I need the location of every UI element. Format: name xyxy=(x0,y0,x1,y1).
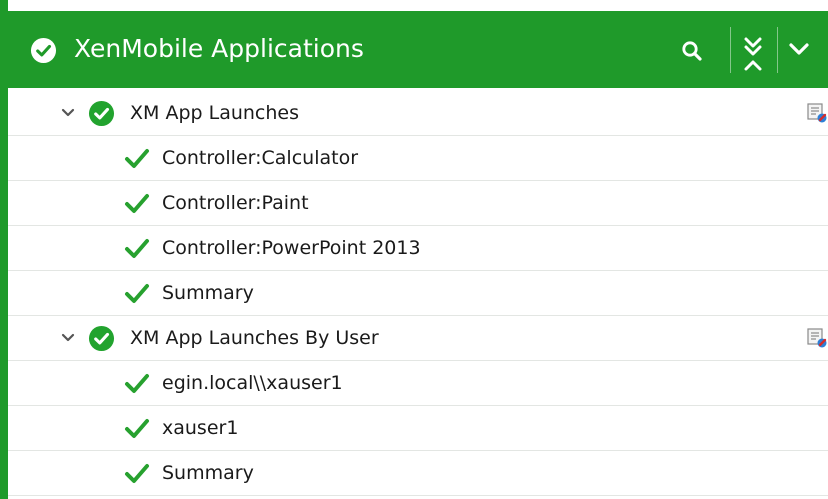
tree-item-label: Controller:Calculator xyxy=(162,147,359,169)
tree-item-label: egin.local\\xauser1 xyxy=(162,372,343,394)
check-circle-icon xyxy=(88,325,115,352)
collapse-all-icon[interactable] xyxy=(739,25,767,75)
tree-item-row[interactable]: Summary xyxy=(8,451,828,496)
check-icon xyxy=(125,194,149,213)
panel-header: XenMobile Applications xyxy=(8,11,828,88)
check-icon xyxy=(125,419,149,438)
tree-item-label: Controller:PowerPoint 2013 xyxy=(162,237,421,259)
tree-item-row[interactable]: egin.local\\xauser1 xyxy=(8,361,828,406)
tree-item-row[interactable]: Controller:Calculator xyxy=(8,136,828,181)
tree-item-row[interactable]: xauser1 xyxy=(8,406,828,451)
check-icon xyxy=(125,149,149,168)
check-icon xyxy=(125,464,149,483)
tree-group-row[interactable]: XM App Launches xyxy=(8,91,828,136)
applications-panel: XenMobile Applications XM App Launches C… xyxy=(0,0,828,499)
report-icon[interactable] xyxy=(806,102,828,124)
tree-item-label: Summary xyxy=(162,462,254,484)
tree-item-label: xauser1 xyxy=(162,417,239,439)
check-icon xyxy=(125,239,149,258)
application-tree: XM App Launches Controller:Calculator Co… xyxy=(8,91,828,496)
tree-item-label: Summary xyxy=(162,282,254,304)
search-icon[interactable] xyxy=(680,39,704,63)
check-circle-icon xyxy=(30,37,57,64)
tree-group-label: XM App Launches xyxy=(130,102,299,124)
tree-group-label: XM App Launches By User xyxy=(130,327,379,349)
tree-group-row[interactable]: XM App Launches By User xyxy=(8,316,828,361)
check-circle-icon xyxy=(88,100,115,127)
chevron-down-icon[interactable] xyxy=(60,106,76,120)
chevron-down-icon[interactable] xyxy=(60,331,76,345)
tree-item-row[interactable]: Summary xyxy=(8,271,828,316)
panel-title: XenMobile Applications xyxy=(74,34,364,63)
tree-item-row[interactable]: Controller:PowerPoint 2013 xyxy=(8,226,828,271)
chevron-down-icon[interactable] xyxy=(786,39,812,59)
tree-item-label: Controller:Paint xyxy=(162,192,309,214)
report-icon[interactable] xyxy=(806,327,828,349)
header-divider xyxy=(730,27,731,73)
check-icon xyxy=(125,374,149,393)
tree-item-row[interactable]: Controller:Paint xyxy=(8,181,828,226)
check-icon xyxy=(125,284,149,303)
header-divider xyxy=(777,27,778,73)
